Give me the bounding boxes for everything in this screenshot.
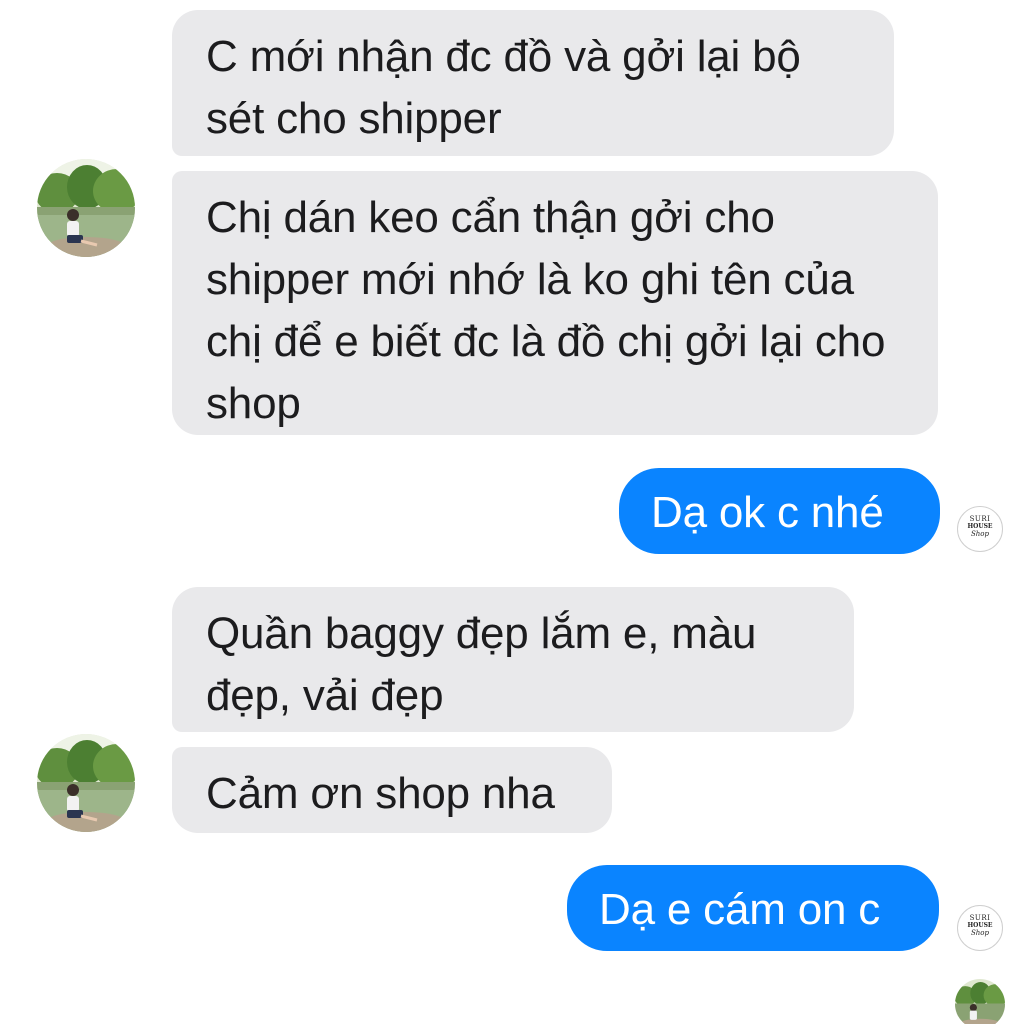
shop-logo-text: Shop: [971, 530, 989, 538]
customer-avatar[interactable]: [37, 734, 135, 832]
shop-logo-text: Shop: [971, 929, 989, 937]
incoming-message-bubble[interactable]: Chị dán keo cẩn thận gởi cho shipper mới…: [172, 171, 938, 435]
shop-logo-text: HOUSE: [967, 523, 993, 530]
incoming-message-bubble[interactable]: Quần baggy đẹp lắm e, màu đẹp, vải đẹp: [172, 587, 854, 732]
incoming-message-bubble[interactable]: Cảm ơn shop nha: [172, 747, 612, 833]
incoming-message-bubble[interactable]: C mới nhận đc đồ và gởi lại bộ sét cho s…: [172, 10, 894, 156]
shop-logo-text: HOUSE: [967, 922, 993, 929]
customer-avatar[interactable]: [37, 159, 135, 257]
shop-logo-text: SURI: [969, 914, 991, 922]
outgoing-message-bubble[interactable]: Dạ e cám on c: [567, 865, 939, 951]
shop-logo-avatar[interactable]: SURI HOUSE Shop: [957, 506, 1003, 552]
chat-thread: C mới nhận đc đồ và gởi lại bộ sét cho s…: [0, 0, 1024, 1024]
shop-logo-avatar[interactable]: SURI HOUSE Shop: [957, 905, 1003, 951]
outgoing-message-bubble[interactable]: Dạ ok c nhé: [619, 468, 940, 554]
seen-avatar-icon: [955, 979, 1005, 1024]
shop-logo-text: SURI: [969, 515, 991, 523]
